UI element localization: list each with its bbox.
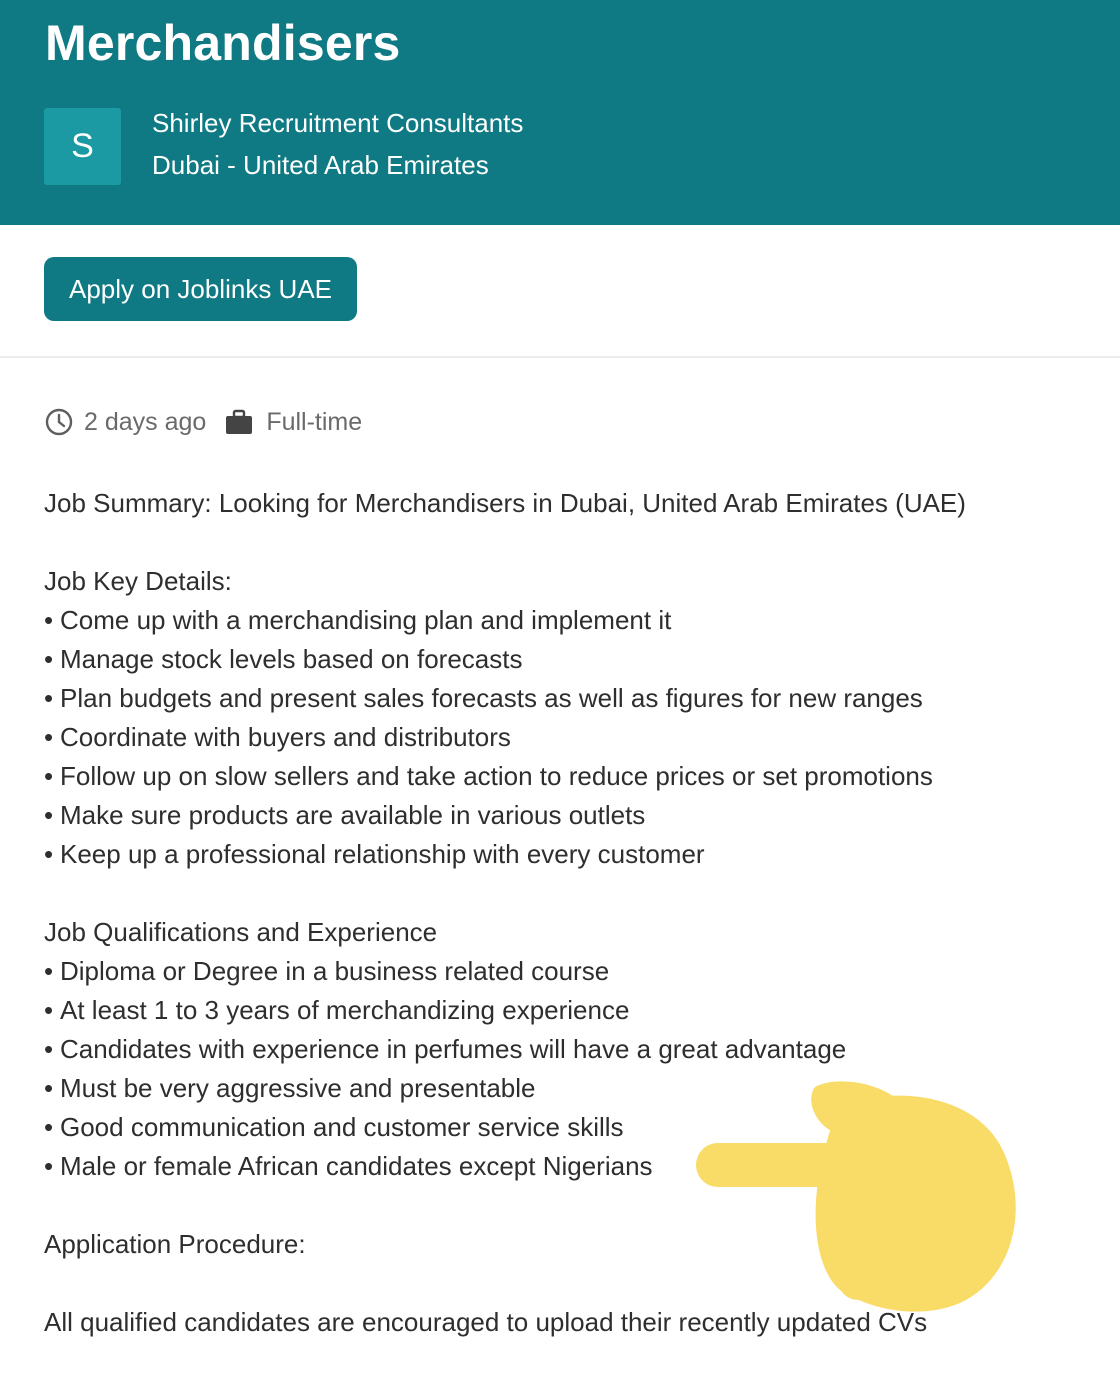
list-item: • Plan budgets and present sales forecast… <box>44 683 923 713</box>
list-item: • Follow up on slow sellers and take acti… <box>44 761 933 791</box>
pointing-hand-icon <box>696 1081 1016 1312</box>
clock-icon <box>44 407 74 437</box>
job-summary: Job Summary: Looking for Merchandisers i… <box>44 488 966 518</box>
briefcase-icon <box>224 407 254 437</box>
key-details-heading: Job Key Details: <box>44 566 232 596</box>
page-title: Merchandisers <box>45 15 401 71</box>
apply-bar: Apply on Joblinks UAE <box>0 225 1120 358</box>
company-logo: S <box>44 108 121 185</box>
job-posting-page: Merchandisers S Shirley Recruitment Cons… <box>0 0 1120 1386</box>
list-item: • Keep up a professional relationship wit… <box>44 839 705 869</box>
list-item: • Make sure products are available in var… <box>44 800 646 830</box>
company-name[interactable]: Shirley Recruitment Consultants <box>152 108 523 139</box>
list-item: • At least 1 to 3 years of merchandizing … <box>44 995 630 1025</box>
list-item: • Manage stock levels based on forecasts <box>44 644 523 674</box>
list-item: • Diploma or Degree in a business related… <box>44 956 610 986</box>
list-item: • Candidates with experience in perfumes … <box>44 1034 847 1064</box>
posted-date: 2 days ago <box>84 407 207 436</box>
job-meta: 2 days ago Full-time <box>44 404 362 440</box>
qualifications-heading: Job Qualifications and Experience <box>44 917 438 947</box>
apply-button[interactable]: Apply on Joblinks UAE <box>44 257 357 321</box>
job-location: Dubai - United Arab Emirates <box>152 150 489 180</box>
list-item: • Coordinate with buyers and distributors <box>44 722 511 752</box>
job-header: Merchandisers S Shirley Recruitment Cons… <box>0 0 1120 225</box>
job-type: Full-time <box>266 407 363 436</box>
list-item: • Come up with a merchandising plan and i… <box>44 605 672 635</box>
